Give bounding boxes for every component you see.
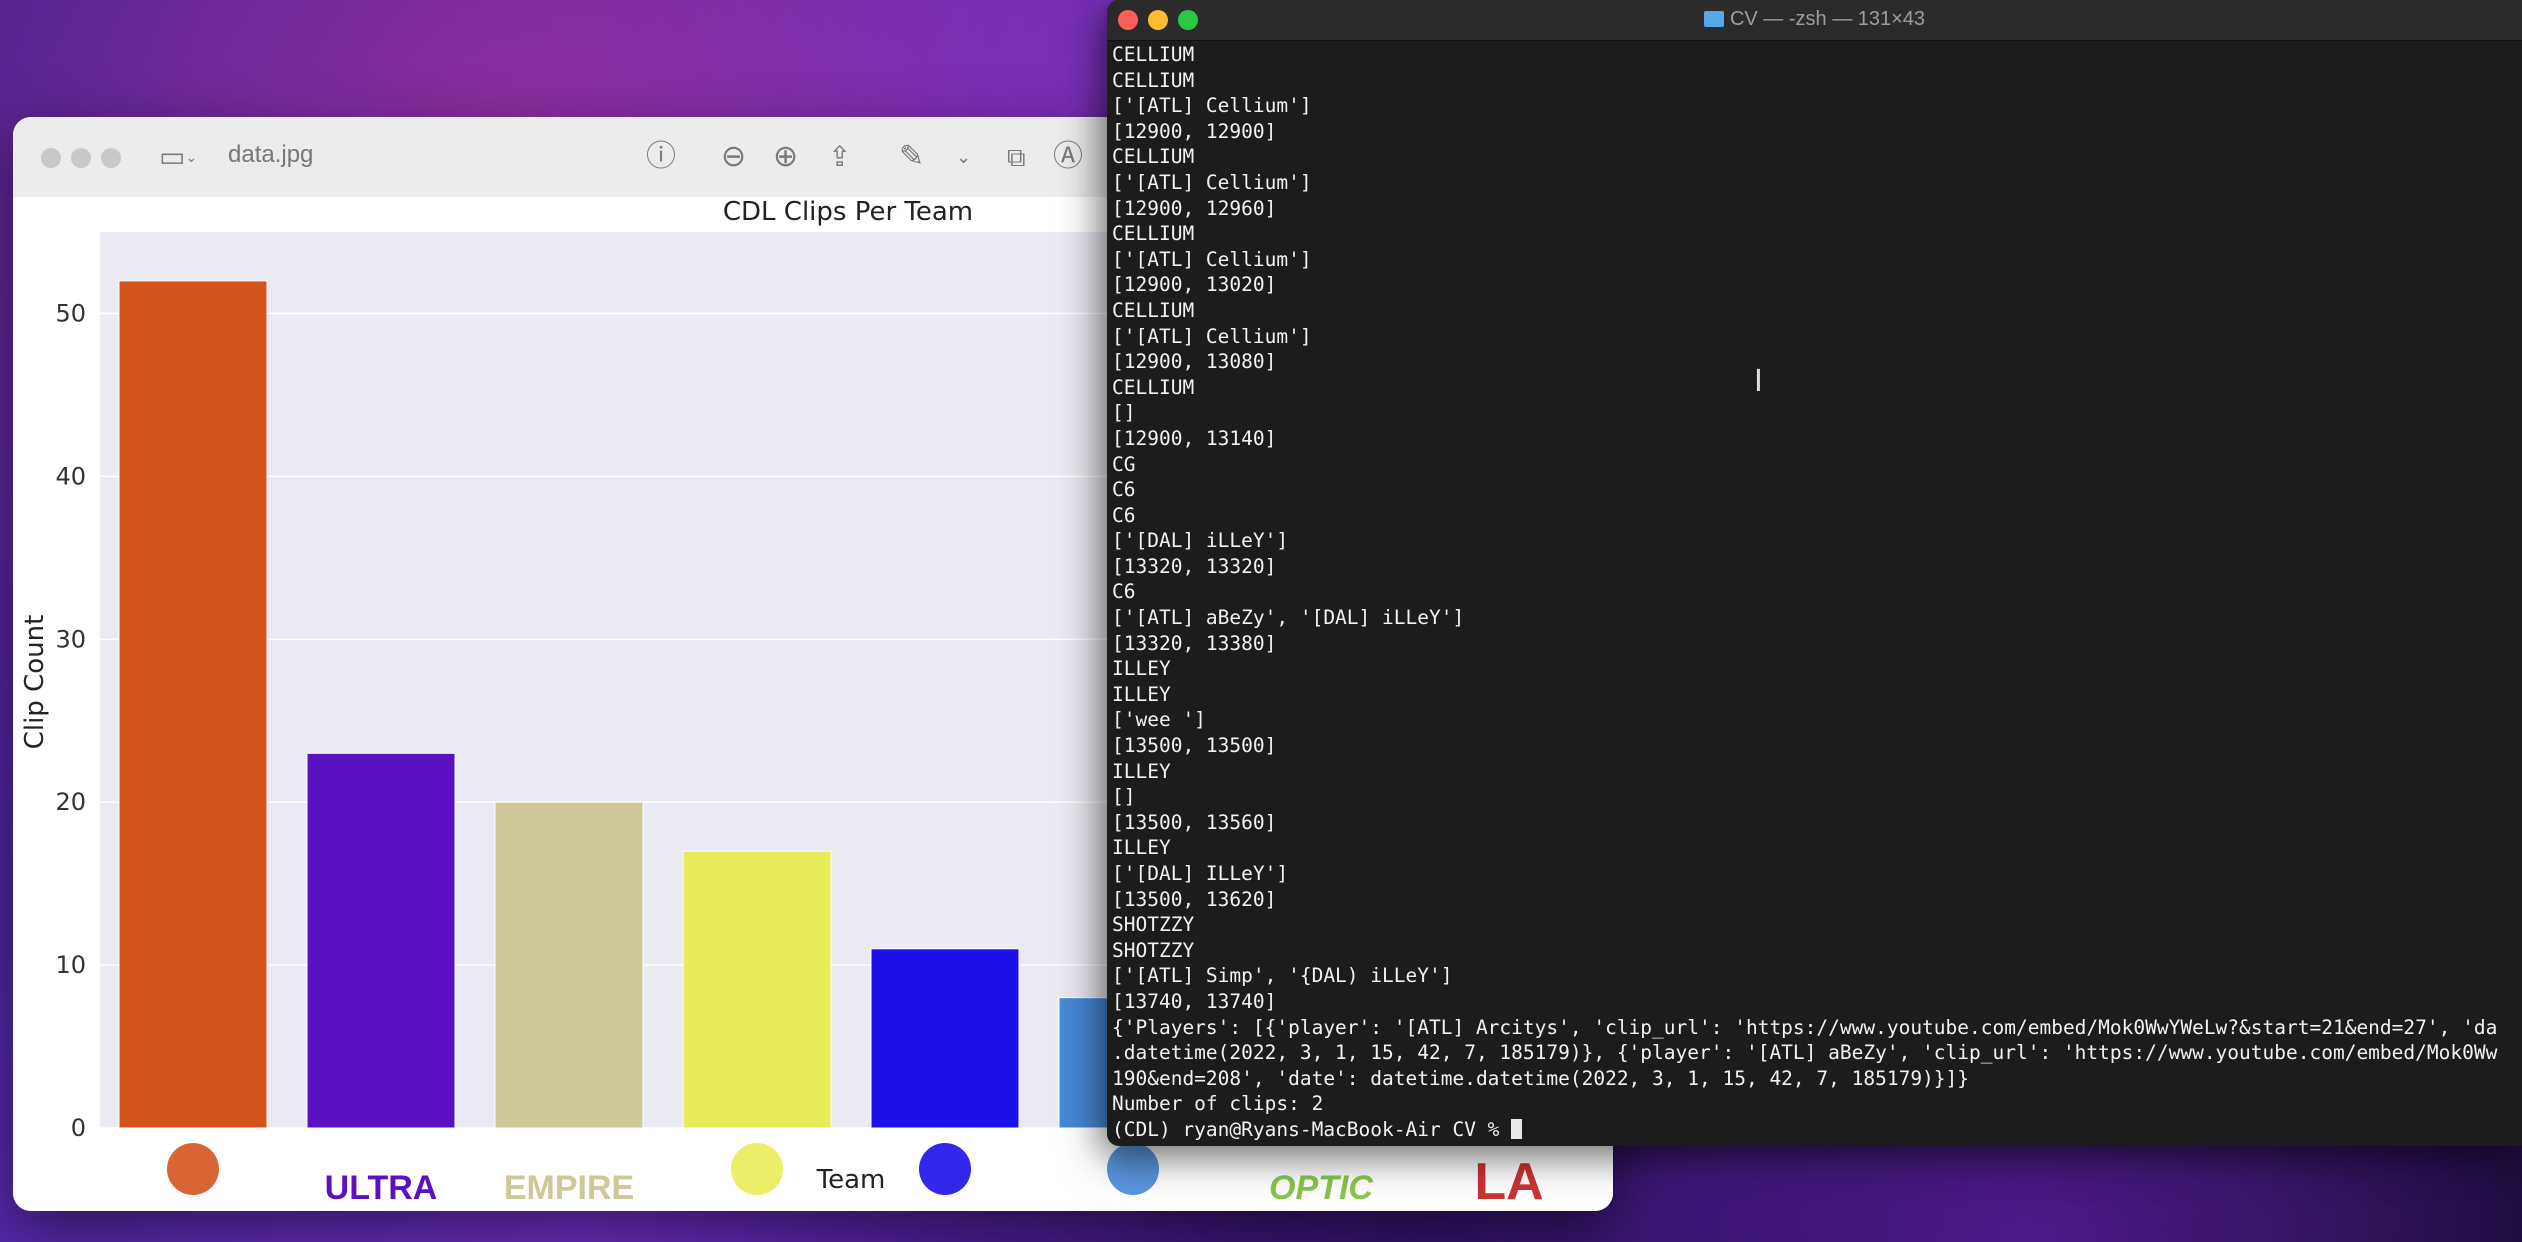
terminal-line: ['[DAL] iLLeY'] <box>1112 529 1289 553</box>
rotate-icon[interactable]: ⧉ <box>1007 141 1026 173</box>
terminal-line: ['[ATL] Cellium'] <box>1112 170 1312 194</box>
terminal-line: C6 <box>1112 478 1136 502</box>
terminal-title-text: CV — -zsh — 131×43 <box>1729 8 1926 30</box>
terminal-line: CELLIUM <box>1112 375 1195 399</box>
terminal-line: CELLIUM <box>1112 145 1195 169</box>
terminal-window: CV — -zsh — 131×43 CELLIUM CELLIUM ['[ATL]… <box>1107 0 2522 1146</box>
terminal-line: [12900, 12900] <box>1112 119 1277 143</box>
terminal-line: [13740, 13740] <box>1112 989 1277 1013</box>
team-logo-icon <box>1107 1143 1159 1195</box>
terminal-line: SHOTZZY <box>1112 938 1195 962</box>
terminal-line: ['[DAL] ILLeY'] <box>1112 862 1289 885</box>
team-logo-label: ULTRA <box>325 1169 438 1207</box>
text-cursor-icon: I <box>1754 364 1763 399</box>
share-icon[interactable]: ⇪ <box>828 141 851 173</box>
info-icon[interactable]: ⓘ <box>646 141 676 173</box>
x-axis-label: Team <box>816 1165 886 1195</box>
terminal-line: {'Players': [{'player': '[ATL] Arcitys',… <box>1112 1015 2498 1039</box>
terminal-line: ['wee '] <box>1112 708 1206 732</box>
prompt-text: (CDL) ryan@Ryans-MacBook-Air CV % <box>1112 1117 1512 1141</box>
y-axis-label: Clip Count <box>20 615 50 750</box>
terminal-line: [12900, 13020] <box>1112 273 1277 297</box>
terminal-line: Number of clips: 2 <box>1112 1092 1324 1116</box>
terminal-titlebar: CV — -zsh — 131×43 <box>1107 0 2522 41</box>
terminal-line: ['[ATL] Cellium'] <box>1112 94 1312 118</box>
terminal-line: CELLIUM <box>1112 222 1195 246</box>
terminal-line: [13320, 13320] <box>1112 554 1277 578</box>
terminal-line: ILLEY <box>1112 682 1171 706</box>
terminal-line: ['[ATL] aBeZy', '[DAL] iLLeY'] <box>1112 606 1465 630</box>
document-title: data.jpg <box>228 141 314 168</box>
close-button[interactable] <box>41 148 61 168</box>
terminal-line: [13320, 13380] <box>1112 631 1277 655</box>
terminal-line: [12900, 12960] <box>1112 196 1277 220</box>
team-logo-icon <box>919 1143 971 1195</box>
y-tick-label: 10 <box>55 951 86 979</box>
team-logo-label: EMPIRE <box>504 1169 634 1207</box>
terminal-output[interactable]: CELLIUM CELLIUM ['[ATL] Cellium'] [12900, 1… <box>1112 42 2522 1143</box>
terminal-line: CELLIUM <box>1112 298 1195 322</box>
terminal-line: [12900, 13080] <box>1112 350 1277 374</box>
terminal-line: ['[ATL] Simp', '{DAL) iLLeY'] <box>1112 964 1453 988</box>
team-logo-icon <box>167 1143 219 1195</box>
markup-chevron-icon[interactable]: ⌄ <box>956 141 971 173</box>
zoom-button[interactable] <box>101 148 121 168</box>
terminal-line: .datetime(2022, 3, 1, 15, 42, 7, 185179)… <box>1112 1041 2498 1065</box>
terminal-line: [13500, 13500] <box>1112 734 1277 758</box>
terminal-line: CELLIUM <box>1112 43 1195 66</box>
bar <box>306 752 456 1129</box>
team-logo-icon <box>731 1143 783 1195</box>
markup-icon[interactable]: ✎ <box>899 141 924 173</box>
team-logo-label: LA <box>1474 1153 1543 1211</box>
sidebar-icon[interactable]: ▭⌄ <box>159 141 197 173</box>
terminal-title: CV — -zsh — 131×43 <box>1107 8 2522 31</box>
team-logo-label: OPTIC <box>1269 1169 1373 1207</box>
terminal-line: ['[ATL] Cellium'] <box>1112 324 1312 348</box>
terminal-line: C6 <box>1112 580 1136 604</box>
y-tick-label: 20 <box>55 788 86 816</box>
terminal-prompt[interactable]: (CDL) ryan@Ryans-MacBook-Air CV % <box>1112 1117 2522 1143</box>
bar <box>118 280 268 1129</box>
chart-title: CDL Clips Per Team <box>723 197 973 227</box>
terminal-line: SHOTZZY <box>1112 913 1195 937</box>
terminal-line: CG <box>1112 452 1136 476</box>
terminal-line: [13500, 13620] <box>1112 887 1277 911</box>
bar <box>870 948 1020 1129</box>
terminal-line: ['[ATL] Cellium'] <box>1112 247 1312 271</box>
bar <box>682 850 832 1129</box>
terminal-line: [13500, 13560] <box>1112 810 1277 834</box>
y-tick-label: 40 <box>55 462 86 490</box>
terminal-line: 190&end=208', 'date': datetime.datetime(… <box>1112 1066 1970 1090</box>
terminal-cursor <box>1511 1118 1523 1139</box>
annotate-icon[interactable]: Ⓐ <box>1053 141 1083 173</box>
zoom-out-icon[interactable]: ⊖ <box>721 141 746 173</box>
terminal-line: CELLIUM <box>1112 68 1195 92</box>
bar <box>494 801 644 1129</box>
terminal-line: ILLEY <box>1112 657 1171 681</box>
minimize-button[interactable] <box>71 148 91 168</box>
y-tick-label: 30 <box>55 625 86 653</box>
terminal-line: [] <box>1112 401 1136 425</box>
terminal-line: [] <box>1112 785 1136 809</box>
zoom-in-icon[interactable]: ⊕ <box>773 141 798 173</box>
terminal-line: ILLEY <box>1112 759 1171 783</box>
y-tick-label: 50 <box>55 299 86 327</box>
terminal-line: [12900, 13140] <box>1112 426 1277 450</box>
y-tick-label: 0 <box>71 1114 86 1142</box>
folder-icon <box>1703 11 1724 27</box>
terminal-line: C6 <box>1112 503 1136 527</box>
terminal-line: ILLEY <box>1112 836 1171 860</box>
